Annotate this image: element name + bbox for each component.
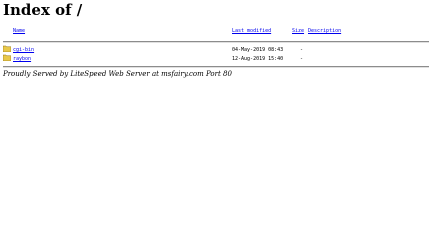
directory-listing-page: Index of / Name Last modified Size Descr… [0, 0, 432, 243]
entry-link-cgi-bin[interactable]: cgi-bin [13, 47, 34, 54]
entry-last-modified: 04-May-2019 08:43 [232, 47, 284, 53]
server-footer: Proudly Served by LiteSpeed Web Server a… [3, 70, 232, 78]
footer-divider [3, 66, 429, 68]
column-header-description[interactable]: Description [308, 28, 341, 35]
folder-icon [3, 54, 11, 61]
entry-size: - [300, 47, 304, 53]
entry-size: - [300, 56, 304, 62]
column-header-name[interactable]: Name [13, 28, 25, 35]
header-divider [3, 41, 429, 43]
folder-icon [3, 45, 11, 52]
page-title: Index of / [3, 1, 83, 19]
column-header-last-modified[interactable]: Last modified [232, 28, 271, 35]
entry-last-modified: 12-Aug-2019 15:40 [232, 56, 284, 62]
entry-link-raybon[interactable]: raybon [13, 56, 31, 63]
column-header-size[interactable]: Size [292, 28, 304, 35]
